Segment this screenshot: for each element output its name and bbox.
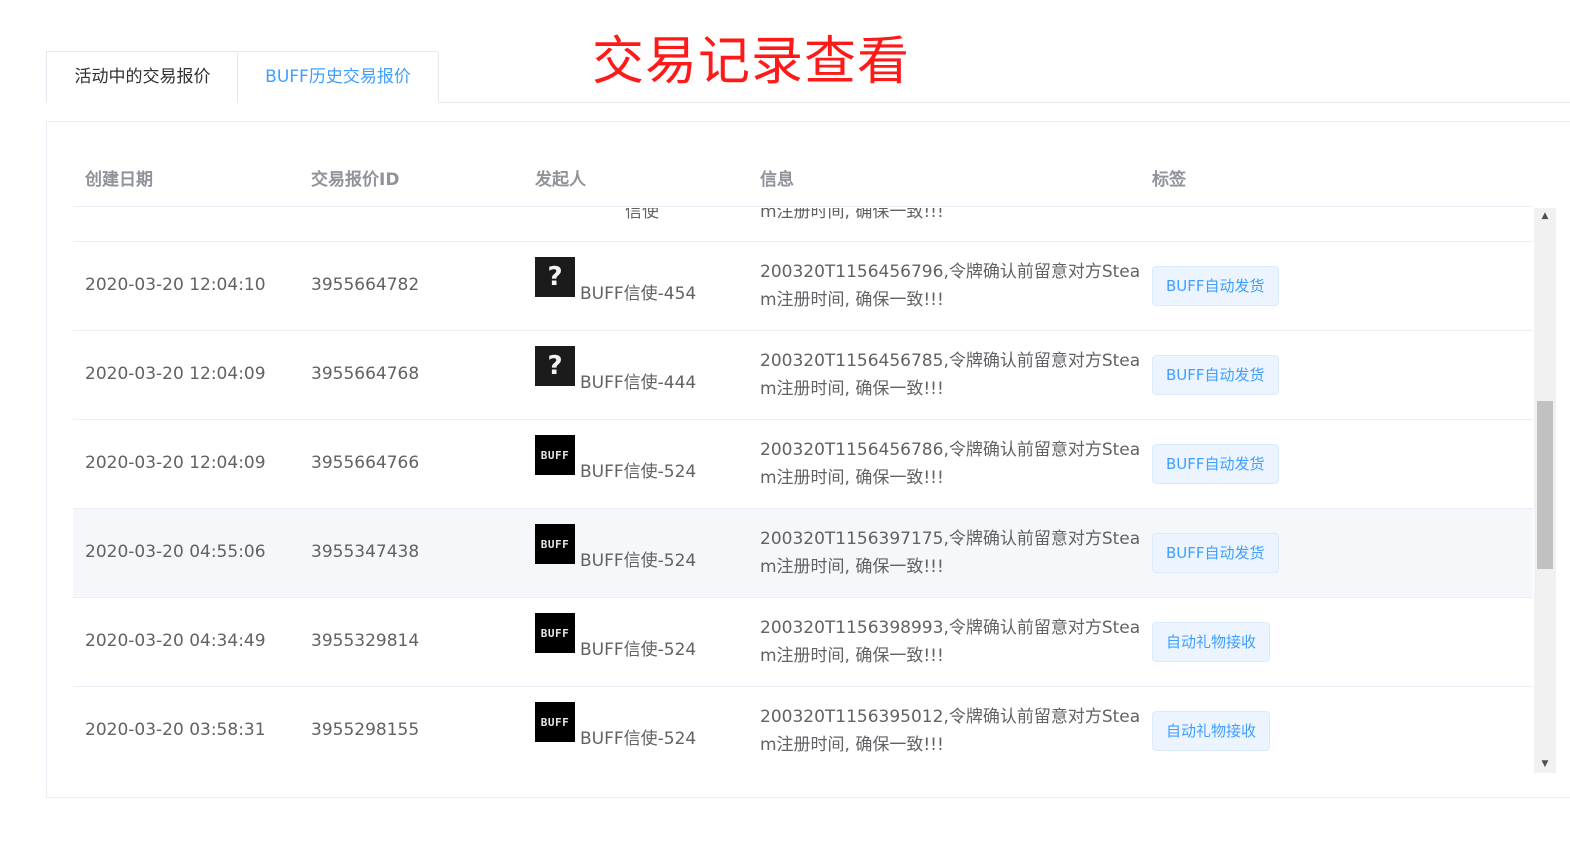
tab-buff-history-offers[interactable]: BUFF历史交易报价 [237, 51, 439, 103]
info-line-2: m注册时间, 确保一致!!! [760, 379, 944, 399]
table-row[interactable]: 2020-03-20 12:04:09 3955664766 BUFF BUFF信使-… [73, 420, 1533, 509]
info-line-2: m注册时间, 确保一致!!! [760, 290, 944, 310]
info-line-2: m注册时间, 确保一致!!! [760, 735, 944, 755]
cell-info: 200320T1156398993,令牌确认前留意对方Stea m注册时间, 确保… [760, 614, 1141, 670]
cell-info: 200320T1156456796,令牌确认前留意对方Stea m注册时间, 确保… [760, 258, 1141, 314]
column-header-sender[interactable]: 发起人 [535, 165, 586, 190]
column-header-date[interactable]: 创建日期 [85, 165, 153, 190]
cell-offer-id: 3955664768 [311, 364, 420, 384]
cell-date: 2020-03-20 04:34:49 [85, 631, 266, 651]
table-row[interactable]: 2020-03-20 04:55:06 3955347438 BUFF BUFF信使-… [73, 509, 1533, 598]
tag-badge: 自动礼物接收 [1152, 622, 1271, 662]
info-line-2: m注册时间, 确保一致!!! [760, 646, 944, 666]
cell-date: 2020-03-20 03:58:31 [85, 720, 266, 740]
info-line-2: m注册时间, 确保一致!!! [760, 557, 944, 577]
tag-badge: BUFF自动发货 [1152, 266, 1279, 306]
cell-info: 200320T1156395012,令牌确认前留意对方Stea m注册时间, 确保… [760, 703, 1141, 759]
cell-date: 2020-03-20 12:04:10 [85, 275, 266, 295]
table-row[interactable]: 2020-03-20 04:34:49 3955329814 BUFF BUFF信使-… [73, 598, 1533, 687]
cell-date: 2020-03-20 04:55:06 [85, 542, 266, 562]
cell-sender: BUFF BUFF信使-524 [535, 702, 755, 762]
cell-offer-id: 3955347438 [311, 542, 420, 562]
info-line-1: 200320T1156397175,令牌确认前留意对方Stea [760, 529, 1141, 549]
buff-logo-avatar: BUFF [535, 435, 575, 475]
sender-name: BUFF信使-524 [580, 462, 697, 482]
tag-badge: 自动礼物接收 [1152, 711, 1271, 751]
info-line-1: 200320T1156395012,令牌确认前留意对方Stea [760, 707, 1141, 727]
info-line-1: 200320T1156398993,令牌确认前留意对方Stea [760, 618, 1141, 638]
table-body[interactable]: 信使 m注册时间, 确保一致!!! 2020-03-20 12:04:10 395… [73, 208, 1559, 773]
table-row[interactable]: 2020-03-20 12:04:10 3955664782? BUFF信使-454… [73, 242, 1533, 331]
table-row[interactable]: 2020-03-20 12:04:09 3955664768? BUFF信使-444… [73, 331, 1533, 420]
column-header-info[interactable]: 信息 [760, 165, 794, 190]
info-fragment: m注册时间, 确保一致!!! [760, 208, 944, 222]
column-header-offer-id[interactable]: 交易报价ID [311, 165, 399, 190]
scroll-down-arrow-icon[interactable]: ▼ [1534, 756, 1556, 773]
tab-active-offers[interactable]: 活动中的交易报价 [46, 51, 238, 103]
buff-logo-avatar: BUFF [535, 524, 575, 564]
cell-info: 200320T1156397175,令牌确认前留意对方Stea m注册时间, 确保… [760, 525, 1141, 581]
info-line-2: m注册时间, 确保一致!!! [760, 468, 944, 488]
question-avatar: ? [535, 346, 575, 386]
sender-name: BUFF信使-524 [580, 551, 697, 571]
sender-name: BUFF信使-444 [580, 373, 697, 393]
cell-sender: ? BUFF信使-454 [535, 257, 755, 317]
table-row[interactable]: 2020-03-20 03:58:31 3955298155 BUFF BUFF信使-… [73, 687, 1533, 773]
tag-badge: BUFF自动发货 [1152, 444, 1279, 484]
sender-name: BUFF信使-454 [580, 284, 697, 304]
info-line-1: 200320T1156456796,令牌确认前留意对方Stea [760, 262, 1141, 282]
info-line-1: 200320T1156456786,令牌确认前留意对方Stea [760, 440, 1141, 460]
cell-info: 200320T1156456785,令牌确认前留意对方Stea m注册时间, 确保… [760, 347, 1141, 403]
table-row-partial[interactable]: 信使 m注册时间, 确保一致!!! [73, 208, 1533, 242]
cell-date: 2020-03-20 12:04:09 [85, 364, 266, 384]
cell-sender: BUFF BUFF信使-524 [535, 613, 755, 673]
scroll-up-arrow-icon[interactable]: ▲ [1534, 208, 1556, 225]
cell-sender: ? BUFF信使-444 [535, 346, 755, 406]
cell-date: 2020-03-20 12:04:09 [85, 453, 266, 473]
sender-name-fragment: 信使 [625, 208, 659, 222]
tag-badge: BUFF自动发货 [1152, 355, 1279, 395]
annotation-title: 交易记录查看 [592, 32, 911, 92]
table-header: 创建日期 交易报价ID 发起人 信息 标签 [73, 155, 1533, 207]
sender-name: BUFF信使-524 [580, 729, 697, 749]
tag-badge: BUFF自动发货 [1152, 533, 1279, 573]
question-avatar: ? [535, 257, 575, 297]
cell-sender: BUFF BUFF信使-524 [535, 524, 755, 584]
cell-sender: BUFF BUFF信使-524 [535, 435, 755, 495]
scroll-thumb[interactable] [1537, 401, 1553, 569]
cell-offer-id: 3955664766 [311, 453, 420, 473]
cell-offer-id: 3955298155 [311, 720, 420, 740]
buff-logo-avatar: BUFF [535, 702, 575, 742]
sender-name: BUFF信使-524 [580, 640, 697, 660]
cell-offer-id: 3955664782 [311, 275, 420, 295]
cell-offer-id: 3955329814 [311, 631, 420, 651]
column-header-tag[interactable]: 标签 [1152, 165, 1186, 190]
info-line-1: 200320T1156456785,令牌确认前留意对方Stea [760, 351, 1141, 371]
table-scrollbar[interactable]: ▲ ▼ [1534, 208, 1556, 773]
buff-logo-avatar: BUFF [535, 613, 575, 653]
cell-info: 200320T1156456786,令牌确认前留意对方Stea m注册时间, 确保… [760, 436, 1141, 492]
table-panel: 创建日期 交易报价ID 发起人 信息 标签 信使 m注册时间, 确保一致!!! … [46, 121, 1570, 798]
